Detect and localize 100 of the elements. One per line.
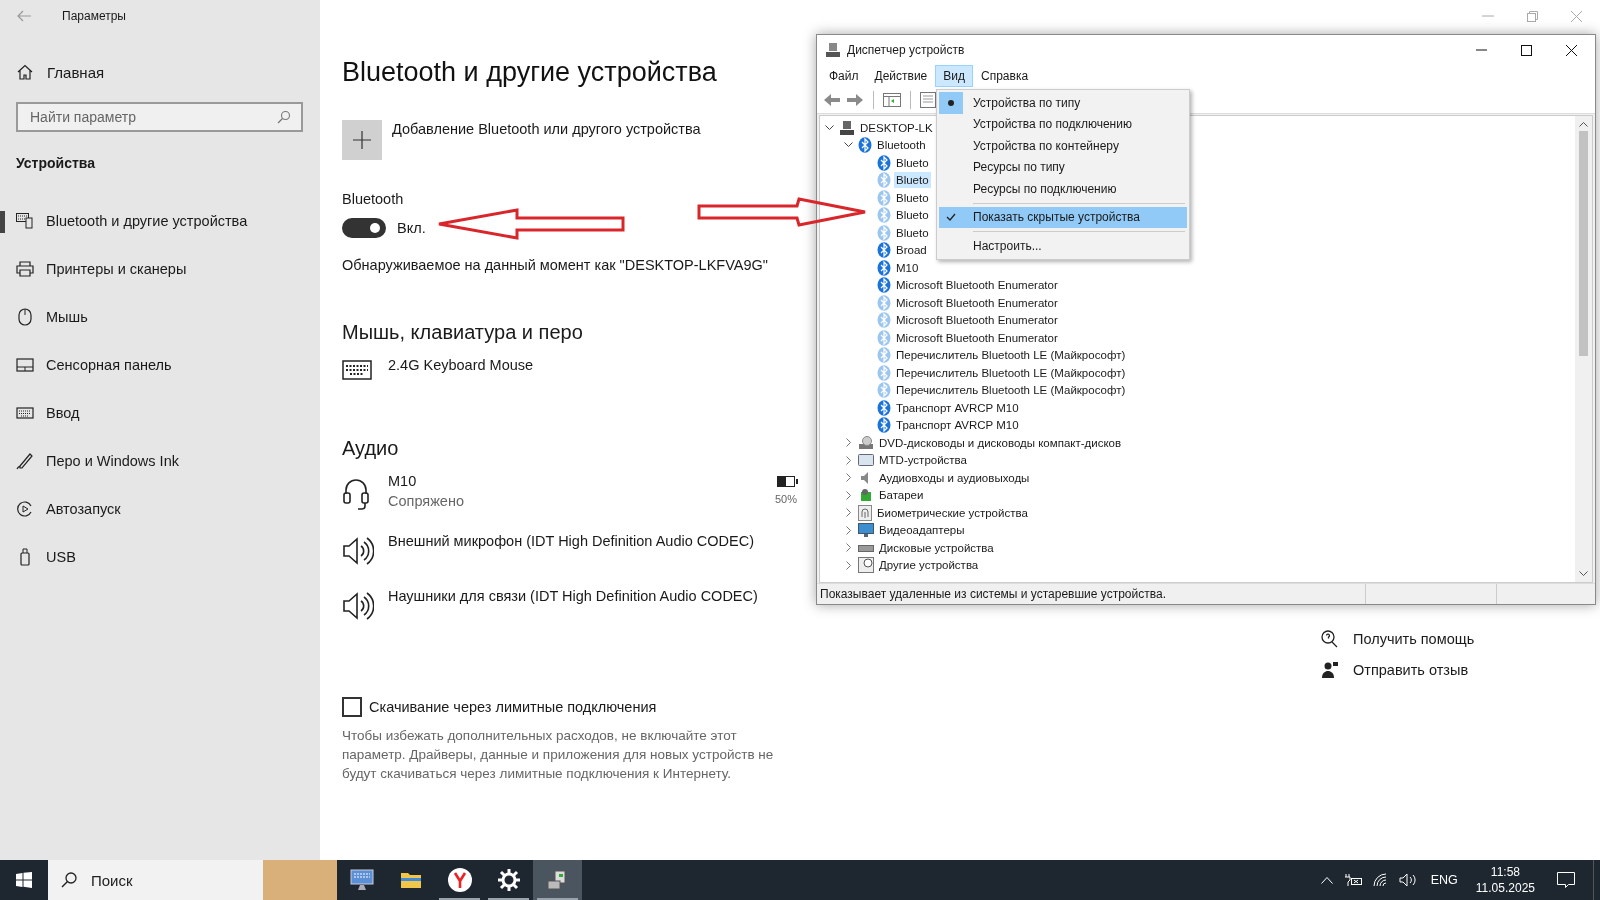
tree-item[interactable]: Перечислитель Bluetooth LE (Майкрософт) <box>894 347 1128 364</box>
add-device-label[interactable]: Добавление Bluetooth или другого устройства <box>392 120 701 138</box>
disc-drive-icon <box>858 434 874 451</box>
tree-item[interactable]: Blueto <box>894 207 931 224</box>
search-box[interactable]: Найти параметр <box>16 102 303 132</box>
tree-item[interactable]: Blueto <box>894 154 931 171</box>
scrollbar[interactable] <box>1575 116 1592 582</box>
chevron-up-icon[interactable] <box>1320 876 1333 884</box>
nav-item[interactable]: Сенсорная панель <box>0 341 320 389</box>
fingerprint-icon <box>858 504 872 521</box>
toggle-state-label: Вкл. <box>397 220 426 236</box>
nav-item[interactable]: Мышь <box>0 293 320 341</box>
tree-item[interactable]: Blueto <box>894 189 931 206</box>
tree-item[interactable]: Другие устройства <box>877 557 981 574</box>
forward-arrow-icon[interactable] <box>846 93 864 107</box>
scrollbar-thumb[interactable] <box>1579 131 1588 356</box>
tree-item[interactable]: DESKTOP-LK <box>858 119 935 136</box>
expand-chevron-icon[interactable] <box>845 560 852 570</box>
collapse-chevron-icon[interactable] <box>825 124 834 131</box>
menu-option[interactable]: Устройства по контейнеру <box>939 135 1187 157</box>
tree-item[interactable]: Аудиовходы и аудиовыходы <box>877 469 1032 486</box>
checkbox-label[interactable]: Скачивание через лимитные подключения <box>369 699 657 715</box>
tree-item[interactable]: Bluetooth <box>875 137 928 154</box>
tree-item[interactable]: Перечислитель Bluetooth LE (Майкрософт) <box>894 382 1128 399</box>
feedback-person-icon <box>1321 661 1339 679</box>
tree-item[interactable]: Microsoft Bluetooth Enumerator <box>894 277 1060 294</box>
expand-chevron-icon[interactable] <box>845 508 852 518</box>
volume-icon[interactable] <box>1398 873 1417 887</box>
add-device-button[interactable] <box>342 120 382 160</box>
radio-dot-icon <box>948 99 954 106</box>
menu-item[interactable]: Справка <box>973 65 1037 87</box>
tree-item[interactable]: Транспорт AVRCP M10 <box>894 417 1021 434</box>
bluetooth-toggle[interactable] <box>342 218 386 238</box>
expand-chevron-icon[interactable] <box>845 438 852 448</box>
console-tree-icon[interactable] <box>883 93 901 107</box>
menu-option[interactable]: Ресурсы по типу <box>939 156 1187 178</box>
tree-item[interactable]: Blueto <box>894 224 931 241</box>
tree-item[interactable]: Батареи <box>877 487 926 504</box>
taskbar-search-input[interactable]: Поиск <box>89 870 243 890</box>
battery-icon <box>858 487 874 504</box>
menu-option[interactable]: Настроить... <box>939 235 1187 257</box>
nav-item[interactable]: Bluetooth и другие устройства <box>0 197 320 245</box>
tree-item[interactable]: Биометрические устройства <box>875 504 1030 521</box>
clock[interactable]: 11:58 11.05.2025 <box>1475 864 1535 896</box>
expand-chevron-icon[interactable] <box>845 525 852 535</box>
scroll-down-icon[interactable] <box>1579 571 1588 577</box>
tree-item[interactable]: DVD-дисководы и дисководы компакт-дисков <box>877 434 1124 451</box>
checkbox[interactable] <box>342 697 362 717</box>
discoverable-text: Обнаруживаемое на данный момент как "DESKTOP-LKFVA9G" <box>342 256 768 275</box>
tree-item[interactable]: Транспорт AVRCP M10 <box>894 399 1021 416</box>
scroll-up-icon[interactable] <box>1579 121 1588 127</box>
touchpad-icon <box>16 358 34 372</box>
tree-item[interactable]: Broad <box>894 242 929 259</box>
menu-item[interactable]: Вид <box>935 65 973 87</box>
bluetooth-label: Bluetooth <box>342 190 404 209</box>
menu-option[interactable]: Ресурсы по подключению <box>939 178 1187 200</box>
home-link[interactable]: Главная <box>0 52 320 92</box>
language-indicator[interactable]: ENG <box>1430 873 1458 887</box>
collapse-chevron-icon[interactable] <box>844 142 853 149</box>
help-link[interactable]: Получить помощь <box>1353 631 1475 647</box>
back-arrow-icon[interactable] <box>823 93 841 107</box>
battery-plug-icon[interactable] <box>1342 873 1363 887</box>
notification-icon[interactable] <box>1557 871 1575 889</box>
tree-item[interactable]: Microsoft Bluetooth Enumerator <box>894 329 1060 346</box>
search-icon <box>277 110 291 124</box>
expand-chevron-icon[interactable] <box>845 473 852 483</box>
keyboard-device-icon <box>16 213 34 229</box>
taskbar-search-box[interactable]: Поиск <box>48 860 337 900</box>
nav-item[interactable]: USB <box>0 533 320 581</box>
tree-item[interactable]: Blueto <box>894 172 931 189</box>
maximize-icon[interactable] <box>1521 44 1532 56</box>
menu-item[interactable]: Действие <box>866 65 936 87</box>
autoplay-icon <box>16 500 34 518</box>
nav-item[interactable]: Ввод <box>0 389 320 437</box>
tree-item[interactable]: Перечислитель Bluetooth LE (Майкрософт) <box>894 364 1128 381</box>
expand-chevron-icon[interactable] <box>845 490 852 500</box>
tree-item[interactable]: MTD-устройства <box>877 452 969 469</box>
tree-item[interactable]: Видеоадаптеры <box>877 522 967 539</box>
wifi-icon[interactable] <box>1372 873 1389 887</box>
menu-item[interactable]: Файл <box>821 65 867 87</box>
expand-chevron-icon[interactable] <box>845 455 852 465</box>
tree-item[interactable]: Microsoft Bluetooth Enumerator <box>894 312 1060 329</box>
nav-item[interactable]: Автозапуск <box>0 485 320 533</box>
nav-item[interactable]: Перо и Windows Ink <box>0 437 320 485</box>
tree-item[interactable]: M10 <box>894 259 921 276</box>
device-manager-icon <box>825 42 841 58</box>
menu-option[interactable]: Показать скрытые устройства <box>939 206 1187 228</box>
tree-item[interactable]: Microsoft Bluetooth Enumerator <box>894 294 1060 311</box>
properties-icon[interactable] <box>920 92 936 108</box>
help-link[interactable]: Отправить отзыв <box>1353 662 1469 678</box>
checkmark-icon <box>946 213 956 222</box>
close-icon[interactable] <box>1566 44 1577 56</box>
menu-option[interactable]: Устройства по подключению <box>939 113 1187 135</box>
expand-chevron-icon[interactable] <box>845 543 852 553</box>
device-status: Сопряжено <box>388 492 465 511</box>
tree-item[interactable]: Дисковые устройства <box>877 539 996 556</box>
nav-item[interactable]: Принтеры и сканеры <box>0 245 320 293</box>
monitor-icon <box>858 522 874 539</box>
settings-icon <box>497 869 520 891</box>
search-field[interactable]: Найти параметр <box>28 103 277 131</box>
